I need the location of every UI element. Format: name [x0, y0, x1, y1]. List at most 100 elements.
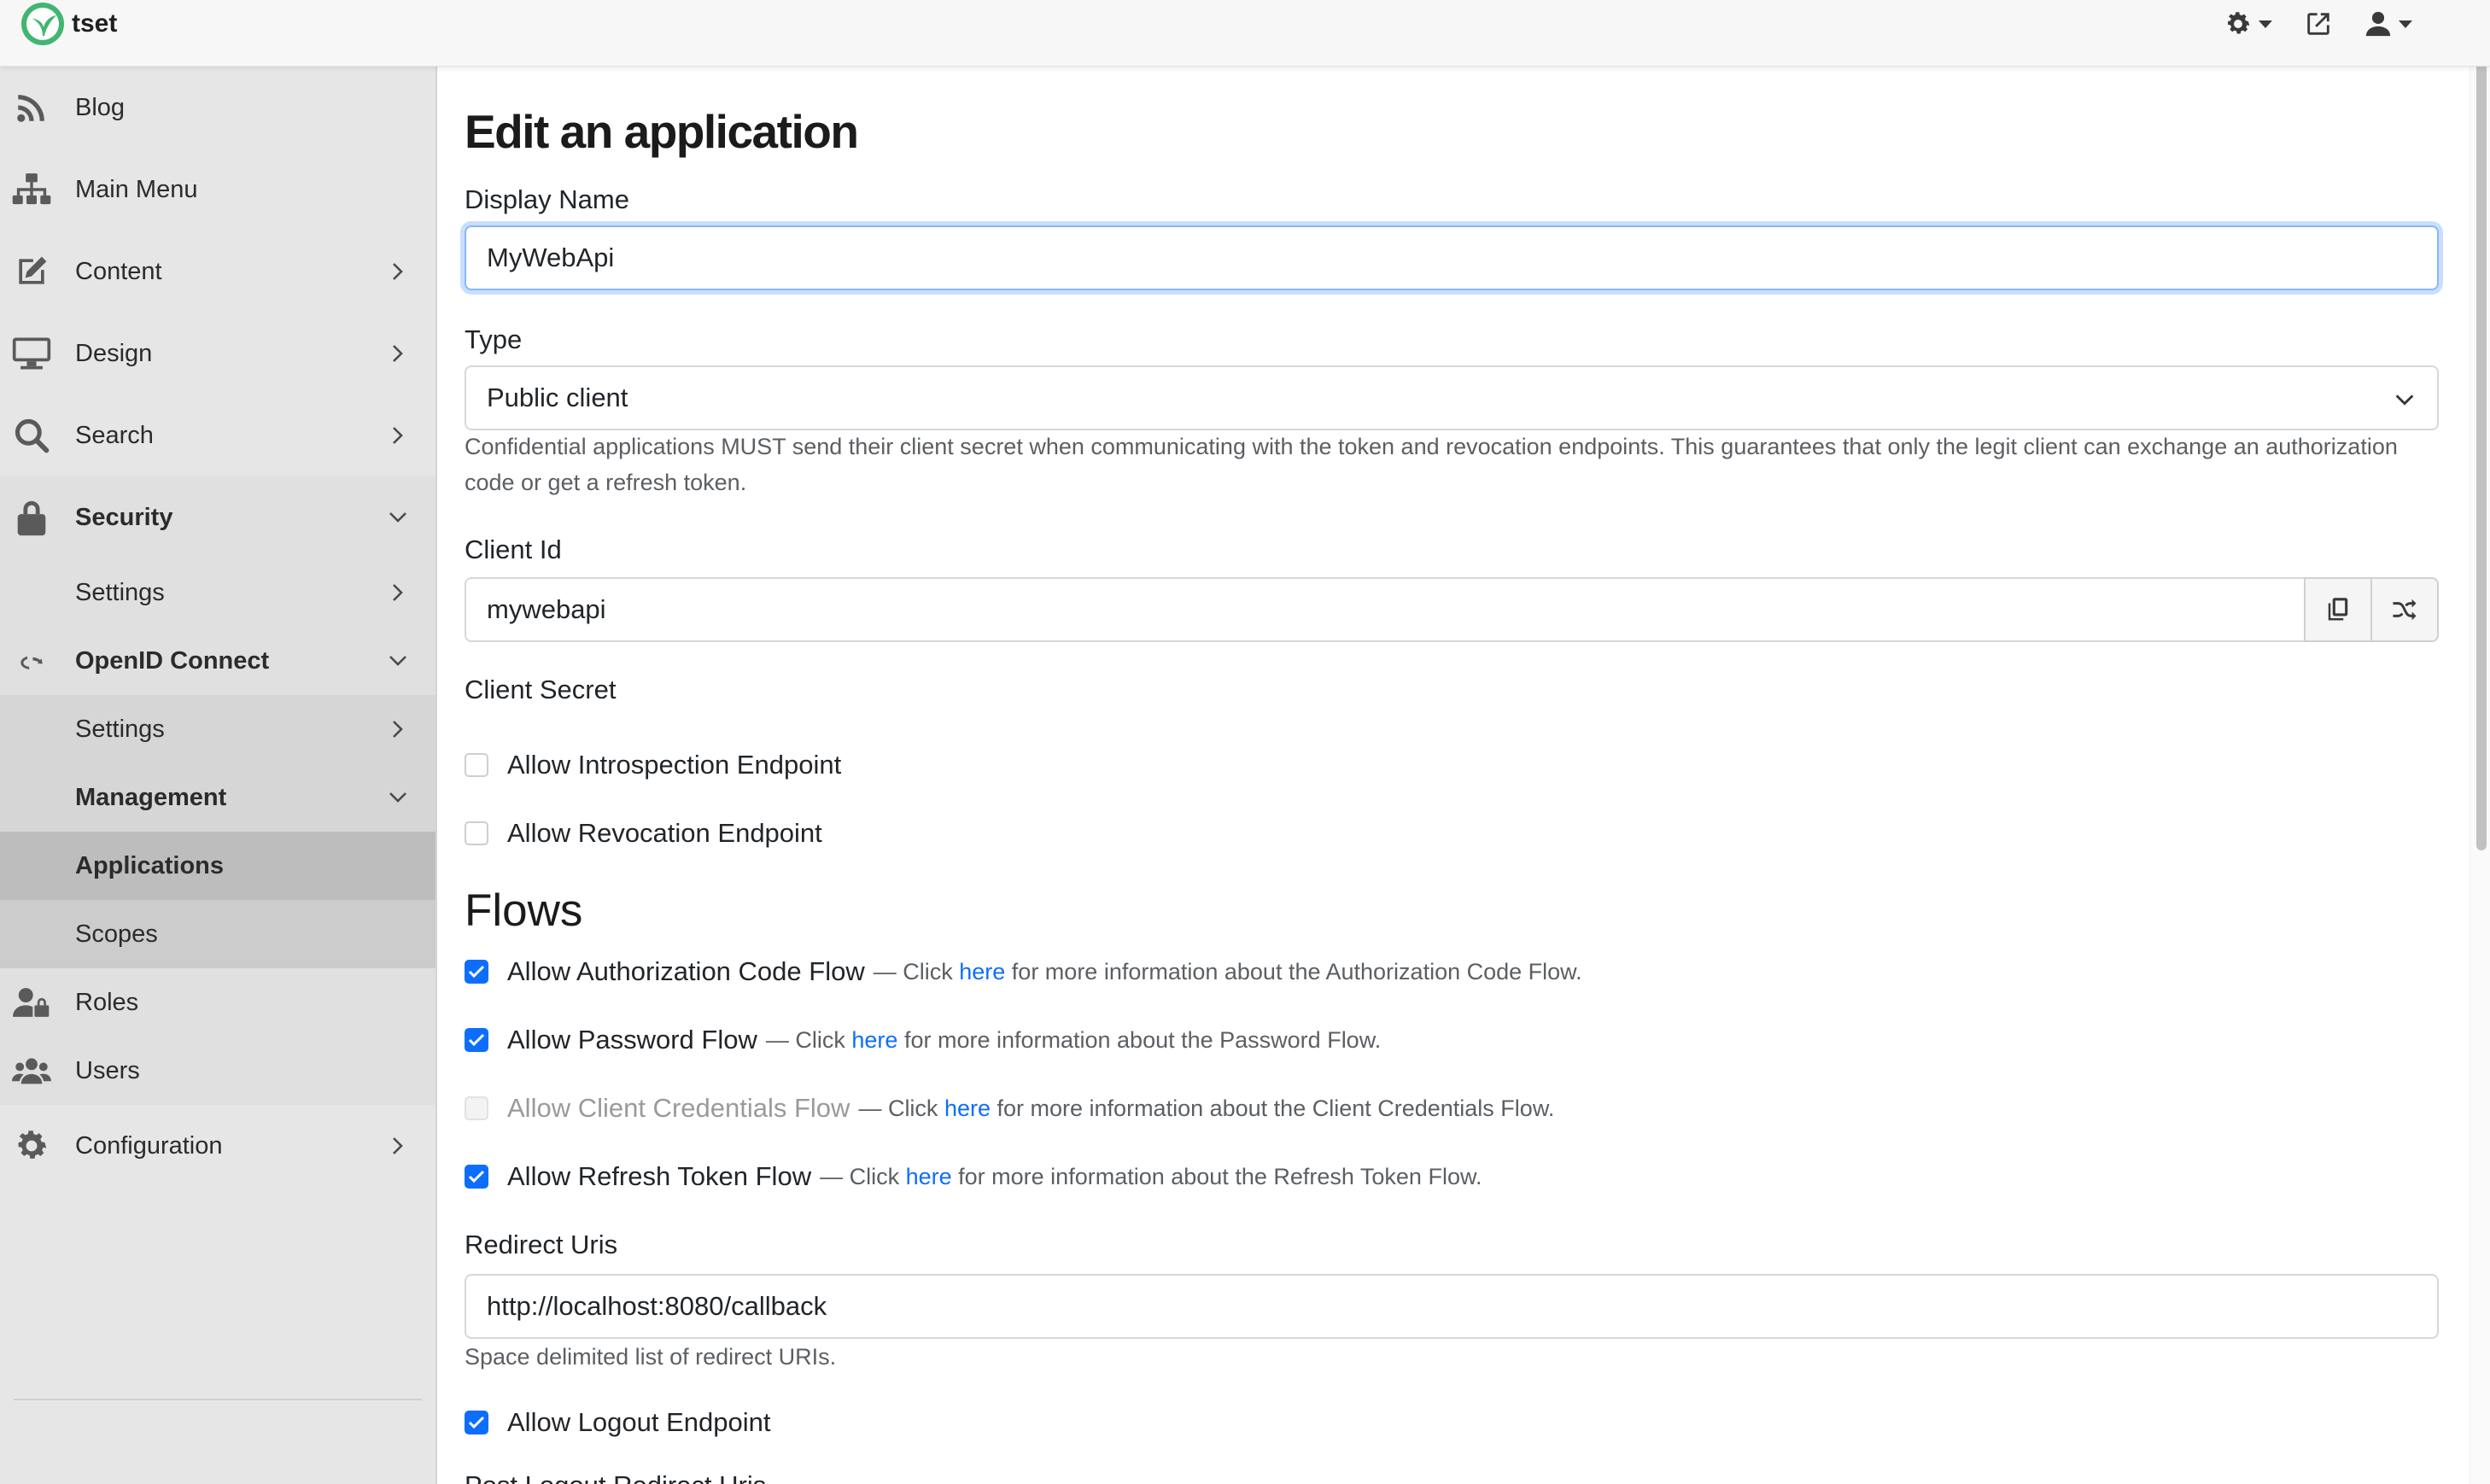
user-menu-button[interactable]	[2364, 9, 2413, 38]
flows-heading: Flows	[465, 885, 583, 936]
flow-note: — Click here for more information about …	[858, 1095, 1555, 1121]
flow-info-link[interactable]: here	[944, 1095, 991, 1121]
external-link-icon	[2307, 13, 2329, 35]
theme-toggle-button[interactable]	[2224, 9, 2273, 38]
flow-note: — Click here for more information about …	[820, 1163, 1482, 1189]
sidebar-item-openid-connect[interactable]: OpenID Connect	[0, 627, 435, 695]
sidebar-item-security[interactable]: Security	[0, 476, 435, 558]
flow-info-link[interactable]: here	[851, 1027, 897, 1053]
flow-note: — Click here for more information about …	[873, 958, 1582, 984]
sidebar-item-configuration[interactable]: Configuration	[0, 1105, 435, 1187]
chevron-down-icon	[386, 649, 410, 673]
chevron-right-icon	[386, 260, 410, 283]
sidebar-item-security-settings[interactable]: Settings	[0, 558, 435, 627]
sidebar-item-openid-settings[interactable]: Settings	[0, 695, 435, 763]
display-name-input[interactable]	[465, 225, 2439, 290]
introspection-label: Allow Introspection Endpoint	[507, 750, 842, 780]
flow-password-row: Allow Password Flow — Click here for mor…	[465, 1025, 1381, 1055]
redirect-uris-help-text: Space delimited list of redirect URIs.	[465, 1344, 837, 1370]
openid-icon	[9, 638, 55, 684]
sidebar-item-label: Configuration	[75, 1131, 223, 1160]
chevron-right-icon	[386, 1134, 410, 1158]
sidebar: Blog Main Menu Content Design Search Sec…	[0, 67, 437, 1484]
revocation-checkbox[interactable]	[465, 821, 488, 845]
sidebar-item-users[interactable]: Users	[0, 1037, 435, 1105]
sidebar-item-label: Scopes	[75, 920, 158, 948]
chevron-down-icon	[2395, 394, 2414, 406]
flow-info-link[interactable]: here	[906, 1164, 952, 1189]
sidebar-item-blog[interactable]: Blog	[0, 67, 435, 149]
flow-authorization-code-row: Allow Authorization Code Flow — Click he…	[465, 956, 1582, 987]
copy-icon	[2328, 598, 2348, 621]
redirect-uris-input[interactable]	[465, 1274, 2439, 1339]
caret-down-icon	[2259, 20, 2272, 28]
chevron-down-icon	[386, 786, 410, 809]
client-id-group	[465, 577, 2439, 642]
user-lock-icon	[9, 979, 55, 1025]
gear-icon	[2228, 12, 2250, 34]
sidebar-item-label: Applications	[75, 851, 225, 879]
view-site-button[interactable]	[2304, 9, 2333, 38]
introspection-checkbox[interactable]	[465, 753, 488, 777]
sidebar-item-scopes[interactable]: Scopes	[0, 900, 435, 968]
logout-row: Allow Logout Endpoint	[465, 1407, 771, 1438]
sidebar-item-label: Settings	[75, 578, 165, 606]
type-label: Type	[465, 324, 523, 354]
sidebar-item-applications[interactable]: Applications	[0, 832, 435, 900]
shuffle-icon	[2393, 599, 2417, 621]
sitemap-icon	[9, 167, 55, 213]
page-scrollbar[interactable]	[2470, 0, 2490, 1484]
sidebar-item-label: Search	[75, 421, 154, 449]
flow-label: Allow Password Flow	[507, 1025, 757, 1055]
client-id-label: Client Id	[465, 535, 562, 564]
chevron-down-icon	[386, 505, 410, 529]
flow-refresh-token-row: Allow Refresh Token Flow — Click here fo…	[465, 1161, 1482, 1192]
password-flow-checkbox[interactable]	[465, 1028, 488, 1052]
copy-client-id-button[interactable]	[2304, 577, 2372, 642]
flow-client-credentials-row: Allow Client Credentials Flow — Click he…	[465, 1093, 1554, 1124]
sidebar-item-management[interactable]: Management	[0, 763, 435, 832]
revocation-row: Allow Revocation Endpoint	[465, 818, 822, 849]
monitor-icon	[9, 330, 55, 377]
top-navbar: tset	[0, 0, 2490, 67]
brand-logo-icon	[21, 3, 64, 45]
sidebar-item-search[interactable]: Search	[0, 394, 435, 476]
flow-label: Allow Refresh Token Flow	[507, 1161, 812, 1191]
lock-icon	[9, 494, 55, 540]
scrollbar-thumb[interactable]	[2476, 5, 2487, 850]
logout-endpoint-checkbox[interactable]	[465, 1411, 488, 1434]
logout-endpoint-label: Allow Logout Endpoint	[507, 1407, 771, 1437]
generate-client-id-button[interactable]	[2370, 577, 2439, 642]
flow-note: — Click here for more information about …	[765, 1026, 1382, 1053]
checkmark-icon	[468, 965, 485, 979]
client-id-input[interactable]	[465, 577, 2306, 642]
flow-info-link[interactable]: here	[959, 959, 1005, 984]
cog-icon	[9, 1123, 55, 1169]
checkmark-icon	[468, 1416, 485, 1429]
user-icon	[2365, 11, 2391, 37]
caret-down-icon	[2399, 20, 2412, 28]
sidebar-item-main-menu[interactable]: Main Menu	[0, 149, 435, 231]
chevron-right-icon	[386, 581, 410, 605]
type-select[interactable]: Public client	[465, 365, 2439, 430]
sidebar-divider	[14, 1399, 422, 1400]
post-logout-redirect-uris-label: Post Logout Redirect Uris	[465, 1470, 766, 1484]
refresh-token-flow-checkbox[interactable]	[465, 1165, 488, 1189]
revocation-label: Allow Revocation Endpoint	[507, 818, 822, 848]
flow-label: Allow Authorization Code Flow	[507, 956, 865, 986]
rss-icon	[9, 85, 55, 131]
brand[interactable]: tset	[9, 0, 117, 48]
sidebar-item-design[interactable]: Design	[0, 313, 435, 394]
chevron-right-icon	[386, 424, 410, 447]
users-icon	[9, 1048, 55, 1094]
authorization-code-flow-checkbox[interactable]	[465, 960, 488, 984]
display-name-label: Display Name	[465, 184, 629, 214]
checkmark-icon	[468, 1170, 485, 1183]
sidebar-item-roles[interactable]: Roles	[0, 968, 435, 1037]
checkmark-icon	[468, 1033, 485, 1047]
main-content: Edit an application Display Name Type Pu…	[437, 67, 2470, 1484]
sidebar-item-label: Blog	[75, 93, 126, 121]
sidebar-item-content[interactable]: Content	[0, 231, 435, 313]
sidebar-item-label: Settings	[75, 715, 165, 743]
type-select-value: Public client	[487, 383, 628, 412]
